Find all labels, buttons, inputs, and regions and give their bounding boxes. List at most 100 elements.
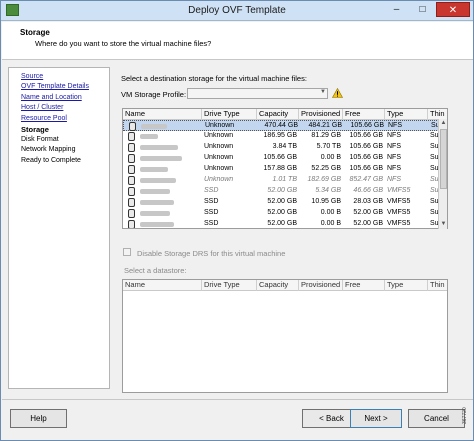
cell-capacity: 52.00 GB [267,209,297,216]
cell-capacity: 52.00 GB [267,187,297,194]
datastore-icon [128,165,135,174]
datastore-table-scrollbar[interactable]: ▲ ▼ [438,119,447,229]
cell-drive: SSD [204,220,219,227]
cell-free: 105.66 GB [349,165,383,172]
cell-provisioned: 0.00 B [320,154,341,161]
column-header-free[interactable]: Free [343,109,385,120]
redacted-datastore-name [140,145,178,150]
redacted-datastore-name [140,200,174,205]
column-header-type[interactable]: Type [385,109,428,120]
select-storage-label: Select a destination storage for the vir… [121,74,307,83]
redacted-datastore-name [140,156,182,161]
table-row[interactable]: Unknown1.01 TB182.69 GB852.47 GBNFSSuppo [123,175,447,186]
wizard-step-network-mapping: Network Mapping [21,146,76,153]
cell-provisioned: 0.00 B [320,209,341,216]
redacted-datastore-name [140,167,168,172]
wizard-steps-panel: Source OVF Template Details Name and Locat… [8,67,110,389]
minimize-button[interactable]: – [384,2,409,17]
cell-type: VMFS5 [387,209,411,216]
footer-divider [2,399,473,400]
cell-capacity: 157.88 GB [263,165,297,172]
cancel-button[interactable]: Cancel [408,409,465,428]
wizard-step-ready-to-complete: Ready to Complete [21,157,81,164]
wizard-step-ovf-template-details[interactable]: OVF Template Details [21,83,89,90]
datastore-icon [128,187,135,196]
disable-storage-drs-checkbox[interactable] [123,248,131,256]
table-row[interactable]: SSD52.00 GB5.34 GB46.66 GBVMFS5Suppo [123,186,447,197]
column-header-name[interactable]: Name [123,109,202,120]
datastore-icon [128,220,135,228]
next-button[interactable]: Next > [350,409,402,428]
wizard-step-source[interactable]: Source [21,73,43,80]
deploy-ovf-window: Deploy OVF Template – □ ✕ Storage Where … [0,0,474,441]
scrollbar-thumb[interactable] [440,129,447,189]
cell-provisioned: 182.69 GB [307,176,341,183]
datastore-icon [128,176,135,185]
scroll-up-arrow[interactable]: ▲ [439,119,448,128]
close-button[interactable]: ✕ [436,2,470,17]
column-header-provisioned[interactable]: Provisioned [299,280,343,291]
datastore-icon [128,132,135,141]
cell-free: 105.66 GB [349,154,383,161]
column-header-free[interactable]: Free [343,280,385,291]
cell-provisioned: 52.25 GB [311,165,341,172]
cell-capacity: 1.01 TB [272,176,297,183]
cell-provisioned: 5.70 TB [316,143,341,150]
table-row[interactable]: SSD52.00 GB0.00 B52.00 GBVMFS5Suppo [123,208,447,219]
redacted-datastore-name [140,189,170,194]
cell-drive: SSD [204,209,219,216]
cell-capacity: 470.44 GB [264,122,298,129]
vm-storage-profile-label: VM Storage Profile: [121,90,187,99]
datastore-cluster-table: Name Drive Type Capacity Provisioned Free Typ… [122,279,448,393]
wizard-step-host-cluster[interactable]: Host / Cluster [21,104,63,111]
table-row[interactable]: Unknown470.44 GB484.21 GB105.66 GBNFSSup… [123,120,447,131]
wizard-step-name-and-location[interactable]: Name and Location [21,94,82,101]
table-row[interactable]: SSD52.00 GB10.95 GB28.03 GBVMFS5Suppo [123,197,447,208]
cell-provisioned: 484.21 GB [308,122,342,129]
maximize-button[interactable]: □ [410,2,435,17]
figure-code: 367720 [462,407,468,424]
title-bar: Deploy OVF Template – □ ✕ [1,1,473,21]
cell-type: NFS [388,122,402,129]
column-header-capacity[interactable]: Capacity [257,280,299,291]
cell-type: NFS [387,154,401,161]
column-header-thin-provi[interactable]: Thin Provi [428,280,447,291]
cell-free: 105.66 GB [350,122,384,129]
datastore-icon [128,143,135,152]
cell-type: NFS [387,176,401,183]
cell-type: NFS [387,132,401,139]
cell-type: VMFS5 [387,220,411,227]
warning-icon [332,88,343,98]
cell-free: 852.47 GB [349,176,383,183]
wizard-step-resource-pool[interactable]: Resource Pool [21,115,67,122]
redacted-datastore-name [140,134,158,139]
table-row[interactable]: Unknown186.95 GB81.29 GB105.66 GBNFSSupp… [123,131,447,142]
cell-free: 46.66 GB [353,187,383,194]
table-row[interactable]: Unknown105.66 GB0.00 B105.66 GBNFSSuppo [123,153,447,164]
column-header-name[interactable]: Name [123,280,202,291]
table-row[interactable]: SSD52.00 GB0.00 B52.00 GBVMFS5Suppo [123,219,447,228]
cell-drive: Unknown [204,165,234,172]
cell-type: NFS [387,165,401,172]
cell-free: 28.03 GB [353,198,383,205]
table-row[interactable]: Unknown3.84 TB5.70 TB105.66 GBNFSSuppo [123,142,447,153]
column-header-capacity[interactable]: Capacity [257,109,299,120]
cell-capacity: 3.84 TB [272,143,297,150]
column-header-drive-type[interactable]: Drive Type [202,109,257,120]
vm-storage-profile-select[interactable]: ▼ [187,88,328,99]
cell-capacity: 105.66 GB [263,154,297,161]
datastore-cluster-table-header: Name Drive Type Capacity Provisioned Free Typ… [123,280,447,291]
table-row[interactable]: Unknown157.88 GB52.25 GB105.66 GBNFSSupp… [123,164,447,175]
column-header-drive-type[interactable]: Drive Type [202,280,257,291]
select-datastore-label: Select a datastore: [124,266,187,275]
cell-provisioned: 81.29 GB [311,132,341,139]
cell-type: VMFS5 [387,187,411,194]
cell-drive: Unknown [204,143,234,150]
column-header-type[interactable]: Type [385,280,428,291]
help-button[interactable]: Help [10,409,67,428]
cell-drive: Unknown [204,154,234,161]
column-header-provisioned[interactable]: Provisioned [299,109,343,120]
redacted-datastore-name [140,222,174,227]
scroll-down-arrow[interactable]: ▼ [439,220,448,229]
page-title: Storage [20,28,50,37]
